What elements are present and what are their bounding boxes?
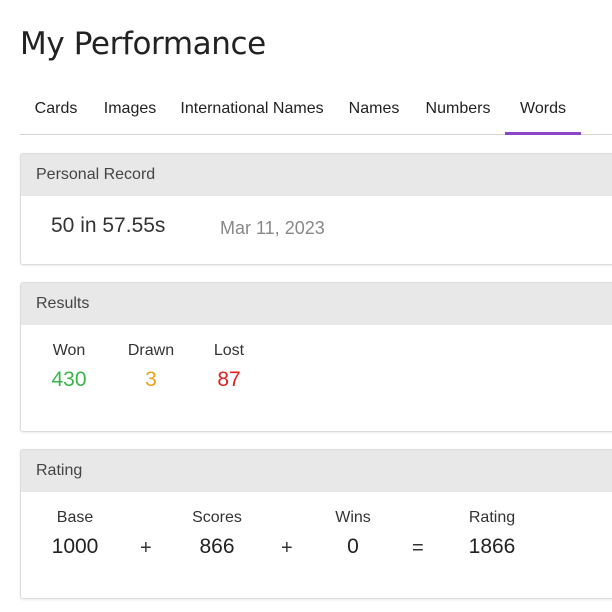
- drawn-label: Drawn: [127, 342, 175, 359]
- performance-page: My Performance Cards Images Internationa…: [0, 0, 612, 612]
- plus-operator-2: +: [281, 537, 293, 559]
- tab-cards[interactable]: Cards: [20, 90, 92, 134]
- won-label: Won: [52, 342, 86, 359]
- tab-numbers[interactable]: Numbers: [416, 90, 500, 134]
- lost-value: 87: [217, 368, 241, 391]
- category-tabs: Cards Images International Names Names N…: [20, 90, 612, 135]
- tab-names[interactable]: Names: [336, 90, 412, 134]
- tab-images[interactable]: Images: [92, 90, 168, 134]
- results-header: Results: [21, 283, 612, 325]
- won-stat: Won 430: [39, 342, 99, 392]
- results-card: Results Won 430 Drawn 3 Lost 87: [20, 282, 612, 432]
- lost-label: Lost: [213, 342, 245, 359]
- won-value: 430: [51, 368, 87, 391]
- drawn-value: 3: [145, 368, 157, 391]
- base-value: 1000: [51, 535, 99, 558]
- personal-record-result: 50 in 57.55s: [51, 214, 166, 237]
- personal-record-card: Personal Record 50 in 57.55s Mar 11, 202…: [20, 153, 612, 265]
- rating-stat: Rating 1866: [457, 509, 527, 559]
- base-label: Base: [56, 509, 94, 526]
- scores-stat: Scores 866: [185, 509, 249, 559]
- tab-international-names[interactable]: International Names: [172, 90, 332, 134]
- personal-record-header: Personal Record: [21, 154, 612, 196]
- scores-value: 866: [199, 535, 235, 558]
- personal-record-date: Mar 11, 2023: [220, 218, 325, 238]
- rating-header: Rating: [21, 450, 612, 492]
- rating-label: Rating: [468, 509, 516, 526]
- wins-label: Wins: [335, 509, 371, 526]
- rating-value: 1866: [468, 535, 516, 558]
- lost-stat: Lost 87: [201, 342, 257, 392]
- equals-operator: =: [412, 537, 424, 559]
- drawn-stat: Drawn 3: [121, 342, 181, 392]
- plus-operator: +: [140, 537, 152, 559]
- wins-value: 0: [347, 535, 359, 558]
- scores-label: Scores: [192, 509, 242, 526]
- page-title: My Performance: [20, 26, 266, 62]
- tab-words[interactable]: Words: [505, 90, 581, 135]
- base-stat: Base 1000: [41, 509, 109, 559]
- wins-stat: Wins 0: [325, 509, 381, 559]
- rating-card: Rating Base 1000 + Scores 866 + Wins 0 =…: [20, 449, 612, 599]
